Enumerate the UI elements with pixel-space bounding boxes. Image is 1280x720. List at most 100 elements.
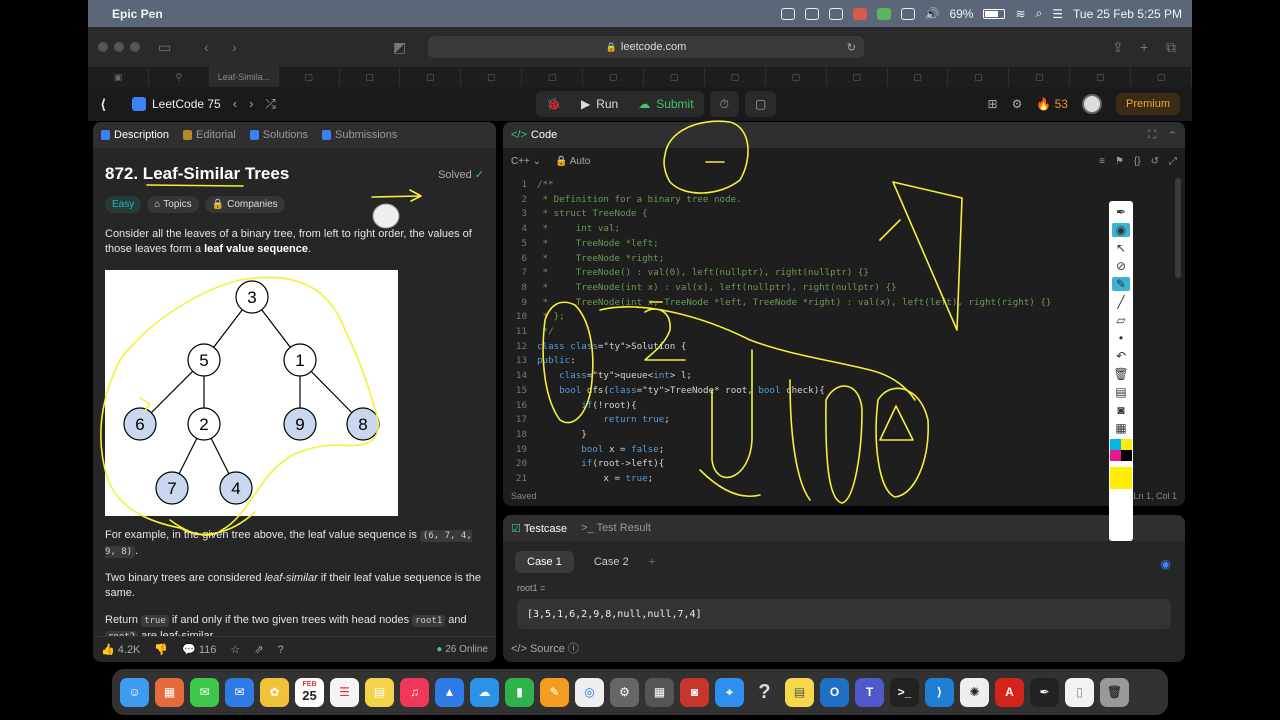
- problem-list-button[interactable]: LeetCode 75: [132, 97, 221, 111]
- eye-icon[interactable]: ◉: [1161, 557, 1171, 571]
- tab[interactable]: ▢: [705, 67, 766, 87]
- notes-icon[interactable]: ▤: [365, 677, 394, 707]
- tab[interactable]: ▢: [1070, 67, 1132, 87]
- mail-icon[interactable]: ✉: [225, 677, 254, 707]
- tab-description[interactable]: Description: [101, 129, 169, 141]
- star-icon[interactable]: ☆: [230, 643, 240, 656]
- epic-pen-icon[interactable]: ✒: [1030, 677, 1059, 707]
- photo-booth-icon[interactable]: ◙: [680, 677, 709, 707]
- chatgpt-icon[interactable]: ✺: [960, 677, 989, 707]
- companies-button[interactable]: 🔒 Companies: [204, 196, 285, 213]
- tab[interactable]: ▢: [522, 67, 584, 87]
- volume-icon[interactable]: 🔊: [925, 7, 940, 21]
- finder-icon[interactable]: ☺: [120, 677, 149, 707]
- tab[interactable]: ▢: [1009, 67, 1071, 87]
- dot-size-icon[interactable]: •: [1112, 331, 1130, 345]
- tab-pinned[interactable]: ▣: [88, 67, 149, 87]
- color-swatch[interactable]: [1110, 450, 1121, 461]
- outlook-icon[interactable]: O: [820, 677, 849, 707]
- keynote-icon[interactable]: ▲: [435, 677, 464, 707]
- format-icon[interactable]: ≡: [1099, 156, 1105, 167]
- tabs-overview-icon[interactable]: ⧉: [1166, 39, 1176, 56]
- vscode-icon[interactable]: ⟩: [925, 677, 954, 707]
- notes-button[interactable]: ▢: [744, 91, 777, 117]
- tab[interactable]: ▢: [583, 67, 645, 87]
- collapse-icon[interactable]: ⌃: [1168, 129, 1177, 142]
- camera-icon[interactable]: ◙: [1112, 403, 1130, 417]
- tab[interactable]: ▢: [400, 67, 462, 87]
- pen-off-icon[interactable]: ⊘: [1112, 259, 1130, 273]
- tab-test-result[interactable]: >_ Test Result: [581, 522, 651, 534]
- color-palette[interactable]: [1110, 439, 1132, 461]
- grammar-icon[interactable]: [876, 7, 891, 20]
- shield-icon[interactable]: ◩: [393, 39, 406, 56]
- comments-button[interactable]: 💬 116: [182, 643, 216, 656]
- display-icon[interactable]: [900, 7, 915, 20]
- tab[interactable]: ▢: [461, 67, 523, 87]
- root1-input[interactable]: [3,5,1,6,2,9,8,null,null,7,4]: [517, 599, 1171, 629]
- clock[interactable]: Tue 25 Feb 5:25 PM: [1073, 7, 1182, 21]
- help-icon[interactable]: ?: [278, 644, 284, 656]
- tab[interactable]: ▢: [766, 67, 827, 87]
- braces-icon[interactable]: {}: [1134, 156, 1141, 167]
- eraser-icon[interactable]: ▱: [1112, 313, 1130, 327]
- case-2-tab[interactable]: Case 2: [582, 551, 641, 573]
- share-icon[interactable]: ⇪: [1112, 39, 1124, 56]
- color-swatch[interactable]: [1121, 439, 1132, 450]
- premium-button[interactable]: Premium: [1115, 93, 1180, 115]
- numbers-icon[interactable]: ▮: [505, 677, 534, 707]
- back-icon[interactable]: ‹: [204, 39, 209, 55]
- tab-active[interactable]: Leaf-Simila...: [209, 67, 279, 87]
- launchpad-icon[interactable]: ▦: [155, 677, 184, 707]
- streak-counter[interactable]: 🔥 53: [1036, 97, 1068, 111]
- terminal-icon[interactable]: >_: [890, 677, 919, 707]
- stickies-icon[interactable]: ▤: [785, 677, 814, 707]
- sidebar-icon[interactable]: ▭: [158, 39, 171, 56]
- expand-icon[interactable]: ⤢: [1169, 156, 1177, 167]
- document-icon[interactable]: ▯: [1065, 677, 1094, 707]
- color-swatch[interactable]: [1110, 439, 1121, 450]
- reload-icon[interactable]: ↻: [847, 41, 856, 54]
- settings-gear-icon[interactable]: ⚙: [1012, 97, 1023, 111]
- battery-icon[interactable]: [983, 8, 1006, 19]
- tab-editorial[interactable]: Editorial: [183, 129, 236, 141]
- next-problem-icon[interactable]: ›: [249, 96, 253, 112]
- safari-icon[interactable]: ⌖: [715, 677, 744, 707]
- record-icon[interactable]: [780, 7, 795, 20]
- problem-title[interactable]: 872. Leaf-Similar Trees: [105, 164, 289, 184]
- tab-solutions[interactable]: Solutions: [249, 129, 308, 141]
- like-button[interactable]: 👍 4.2K: [101, 643, 140, 656]
- tab-pinned[interactable]: ⚲: [149, 67, 210, 87]
- tab-submissions[interactable]: Submissions: [322, 129, 397, 141]
- music-icon[interactable]: ♫: [400, 677, 429, 707]
- clipboard-icon[interactable]: ▦: [1112, 421, 1130, 435]
- chrome-icon[interactable]: ◎: [575, 677, 604, 707]
- code-editor[interactable]: 1 /** 2 * Definition for a binary tree nod…: [503, 178, 1185, 487]
- case-1-tab[interactable]: Case 1: [515, 551, 574, 573]
- submit-button[interactable]: ☁ Submit: [628, 91, 704, 117]
- help-icon[interactable]: ?: [750, 678, 779, 707]
- leetcode-logo-icon[interactable]: ⟨: [100, 96, 116, 112]
- tab[interactable]: ▢: [827, 67, 888, 87]
- tab-testcase[interactable]: ☑ Testcase: [511, 522, 567, 535]
- avatar[interactable]: [1081, 94, 1102, 114]
- pen-logo-icon[interactable]: ✒: [1112, 205, 1130, 219]
- tab[interactable]: ▢: [279, 67, 340, 87]
- language-select[interactable]: C++ ⌄: [511, 156, 541, 167]
- cursor-icon[interactable]: ↖: [1112, 241, 1130, 255]
- address-bar[interactable]: 🔒 leetcode.com ↻: [428, 36, 864, 58]
- editor-scrollbar[interactable]: [1175, 178, 1181, 278]
- line-icon[interactable]: ╱: [1112, 295, 1130, 309]
- copilot-icon[interactable]: [828, 7, 843, 20]
- dislike-icon[interactable]: 👎: [154, 643, 168, 656]
- forward-icon[interactable]: ›: [232, 39, 237, 55]
- wifi-icon[interactable]: ≋: [1015, 7, 1025, 21]
- calendar-icon[interactable]: FEB 25: [295, 677, 324, 707]
- shuffle-icon[interactable]: ⤮: [265, 96, 275, 112]
- system-settings-icon[interactable]: ⚙: [610, 677, 639, 707]
- pages-icon[interactable]: ✎: [540, 677, 569, 707]
- auto-mode-toggle[interactable]: 🔒 Auto: [555, 156, 590, 167]
- trash-icon[interactable]: 🗑: [1100, 677, 1129, 707]
- maximize-icon[interactable]: ⛶: [1148, 129, 1156, 142]
- shield-icon[interactable]: [804, 7, 819, 20]
